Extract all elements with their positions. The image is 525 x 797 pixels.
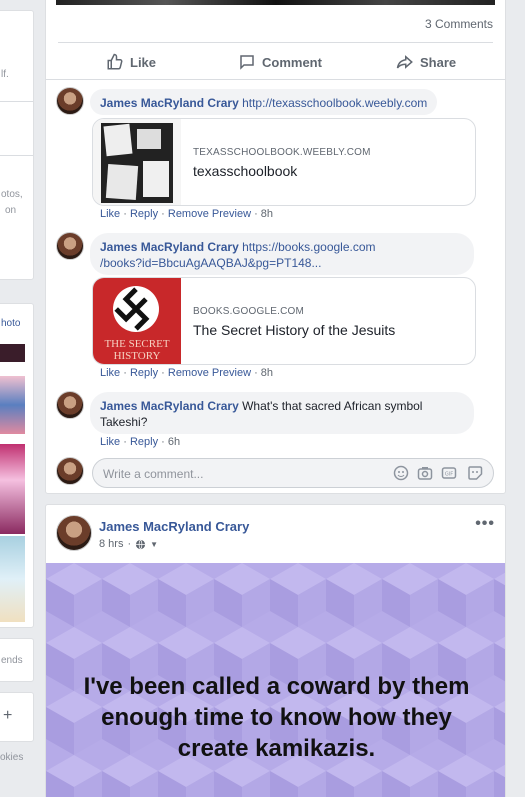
comment-button[interactable]: Comment	[238, 53, 322, 71]
sidebar-text: otos,	[1, 189, 23, 200]
like-button[interactable]: Like	[106, 53, 156, 71]
sidebar-card-1: lf. otos, on	[0, 10, 34, 280]
comment-time[interactable]: 6h	[168, 436, 180, 448]
share-icon	[396, 55, 413, 69]
plus-icon[interactable]: +	[3, 707, 12, 725]
share-button[interactable]: Share	[396, 53, 456, 71]
link-domain: TEXASSCHOOLBOOK.WEEBLY.COM	[193, 147, 371, 158]
sidebar-footer-text[interactable]: okies	[0, 752, 23, 763]
comment-actions: Like · Reply · Remove Preview · 8h	[100, 367, 274, 379]
sidebar-photos-card: hoto	[0, 303, 34, 628]
chevron-down-icon[interactable]: ▼	[150, 540, 158, 549]
comment-like-link[interactable]: Like	[100, 208, 120, 220]
swastika-icon	[114, 287, 150, 331]
book-cover-text: THE SECRET HISTORY	[104, 338, 170, 362]
like-label: Like	[130, 54, 157, 70]
comment-time[interactable]: 8h	[261, 367, 273, 379]
current-user-avatar[interactable]	[56, 457, 84, 485]
post-image-bottom-edge	[56, 0, 495, 5]
comment-author[interactable]: James MacRyland Crary	[100, 240, 239, 254]
sidebar-create-card: +	[0, 692, 34, 742]
link-preview-card[interactable]: TEXASSCHOOLBOOK.WEEBLY.COM texasschoolbo…	[92, 118, 476, 206]
text-background-post: I've been called a coward by them enough…	[46, 563, 505, 797]
comment-reply-link[interactable]: Reply	[130, 367, 158, 379]
sidebar-friends-label[interactable]: ends	[1, 655, 23, 666]
thumbs-up-icon	[107, 53, 123, 70]
comment-link-cont[interactable]: /books?id=BbcuAgAAQBAJ&pg=PT148...	[100, 256, 321, 270]
sidebar-friends-card: ends	[0, 638, 34, 682]
svg-text:GIF: GIF	[445, 472, 453, 478]
comment-author[interactable]: James MacRyland Crary	[100, 96, 239, 110]
sticker-icon[interactable]	[467, 465, 483, 481]
share-label: Share	[420, 54, 457, 70]
post-author-avatar[interactable]	[56, 515, 92, 551]
comment-label: Comment	[262, 54, 322, 70]
comment-author[interactable]: James MacRyland Crary	[100, 399, 239, 413]
sidebar-text: lf.	[1, 69, 9, 80]
link-title: texasschoolbook	[193, 163, 298, 179]
link-domain: BOOKS.GOOGLE.COM	[193, 306, 304, 317]
comment-reply-link[interactable]: Reply	[130, 436, 158, 448]
comment-like-link[interactable]: Like	[100, 367, 120, 379]
comment-input-placeholder: Write a comment...	[103, 467, 204, 481]
comment-icon	[240, 55, 254, 70]
more-options-icon[interactable]: •••	[475, 515, 495, 533]
comment-actions: Like · Reply · 6h	[100, 436, 181, 448]
post-time-text[interactable]: 8 hrs	[99, 538, 123, 550]
photo-thumbnail[interactable]	[0, 536, 25, 622]
link-preview-thumbnail	[93, 119, 181, 205]
comment-link[interactable]: https://books.google.com	[242, 240, 375, 254]
remove-preview-link[interactable]: Remove Preview	[168, 208, 251, 220]
sidebar-text: on	[5, 205, 17, 216]
post-card-comments: 3 Comments Like Comment Share James MacR…	[45, 0, 506, 494]
avatar[interactable]	[56, 391, 84, 419]
link-title: The Secret History of the Jesuits	[193, 322, 396, 338]
post-timestamp: 8 hrs · ▼	[99, 538, 159, 550]
comment-link[interactable]: http://texasschoolbook.weebly.com	[242, 96, 427, 110]
avatar[interactable]	[56, 87, 84, 115]
camera-icon[interactable]	[417, 465, 433, 481]
photo-thumbnail[interactable]	[0, 444, 25, 534]
remove-preview-link[interactable]: Remove Preview	[168, 367, 251, 379]
sidebar-photos-label[interactable]: hoto	[1, 318, 20, 329]
post-card: James MacRyland Crary 8 hrs · ▼ ••• I've…	[45, 504, 506, 797]
comment-input[interactable]: Write a comment... GIF	[92, 458, 494, 488]
link-preview-card[interactable]: THE SECRET HISTORY BOOKS.GOOGLE.COM The …	[92, 277, 476, 365]
photo-thumbnail[interactable]	[0, 376, 25, 434]
comment-text: What's that sacred African symbol	[242, 399, 423, 413]
globe-icon[interactable]	[135, 539, 146, 550]
post-author-name[interactable]: James MacRyland Crary	[99, 519, 249, 534]
comment-time[interactable]: 8h	[261, 208, 273, 220]
comment-bubble: James MacRyland Crary What's that sacred…	[90, 392, 474, 434]
comment-text-cont: Takeshi?	[100, 415, 148, 429]
comment-reply-link[interactable]: Reply	[130, 208, 158, 220]
gif-icon[interactable]: GIF	[441, 465, 457, 481]
book-cover-thumbnail: THE SECRET HISTORY	[93, 278, 181, 364]
comments-count[interactable]: 3 Comments	[425, 17, 493, 31]
comment-like-link[interactable]: Like	[100, 436, 120, 448]
avatar[interactable]	[56, 232, 84, 260]
comment-bubble: James MacRyland Crary https://books.goog…	[90, 233, 474, 275]
comment-actions: Like · Reply · Remove Preview · 8h	[100, 208, 274, 220]
comment-bubble: James MacRyland Crary http://texasschool…	[90, 89, 438, 115]
photo-thumbnail[interactable]	[0, 344, 25, 362]
post-text: I've been called a coward by them enough…	[83, 673, 470, 762]
emoji-icon[interactable]	[393, 465, 409, 481]
